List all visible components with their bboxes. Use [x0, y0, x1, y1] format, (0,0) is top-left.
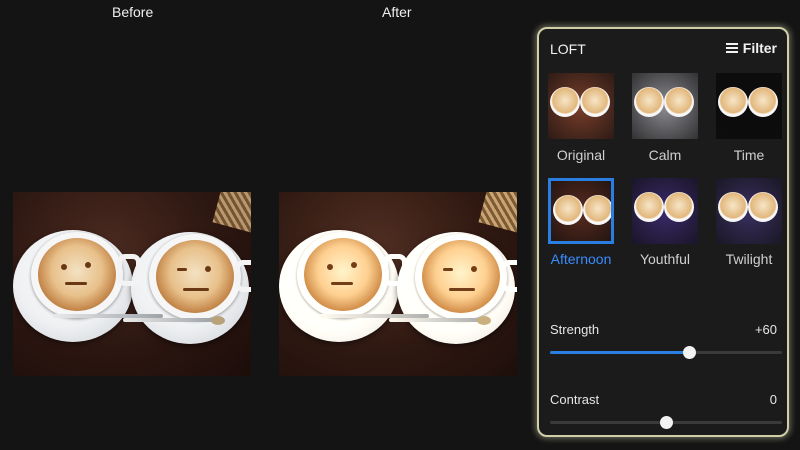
filter-label-time[interactable]: Time [706, 147, 792, 163]
thumb-cup-icon [580, 87, 610, 117]
after-photo [279, 192, 517, 376]
contrast-value: 0 [769, 392, 777, 407]
strength-slider[interactable] [550, 346, 782, 359]
strength-label: Strength [550, 322, 600, 337]
strength-slider-knob[interactable] [683, 346, 697, 359]
thumb-cup-icon [550, 87, 580, 117]
filter-label-original[interactable]: Original [538, 147, 624, 163]
thumb-cup-icon [634, 87, 664, 117]
filter-label-calm[interactable]: Calm [622, 147, 708, 163]
contrast-label: Contrast [550, 392, 600, 407]
contrast-slider[interactable] [550, 416, 782, 429]
filter-label-youthful[interactable]: Youthful [622, 251, 708, 267]
thumb-cup-icon [748, 87, 778, 117]
filter-button[interactable]: Filter [725, 40, 777, 56]
thumb-cup-icon [718, 192, 748, 222]
panel-title: LOFT [550, 41, 586, 57]
filter-thumb-time[interactable] [716, 73, 782, 139]
thumb-cup-icon [664, 192, 694, 222]
thumb-cup-icon [664, 87, 694, 117]
strength-value: +60 [754, 322, 777, 337]
filter-thumb-original[interactable] [548, 73, 614, 139]
filter-thumb-afternoon[interactable] [548, 178, 614, 244]
filter-panel: LOFT Filter Original Calm Time Afternoon… [537, 27, 789, 437]
menu-icon [725, 43, 738, 53]
thumb-cup-icon [553, 195, 583, 225]
thumb-cup-icon [748, 192, 778, 222]
thumb-cup-icon [634, 192, 664, 222]
thumb-cup-icon [718, 87, 748, 117]
filter-thumb-calm[interactable] [632, 73, 698, 139]
filter-label-twilight[interactable]: Twilight [706, 251, 792, 267]
filter-thumb-youthful[interactable] [632, 178, 698, 244]
filter-label-afternoon[interactable]: Afternoon [538, 251, 624, 267]
before-photo [13, 192, 251, 376]
filter-thumb-twilight[interactable] [716, 178, 782, 244]
contrast-slider-knob[interactable] [660, 416, 673, 429]
after-label: After [382, 4, 412, 20]
strength-fill [550, 351, 690, 354]
before-label: Before [112, 4, 154, 20]
thumb-cup-icon [583, 195, 611, 225]
filter-button-label: Filter [742, 40, 777, 56]
